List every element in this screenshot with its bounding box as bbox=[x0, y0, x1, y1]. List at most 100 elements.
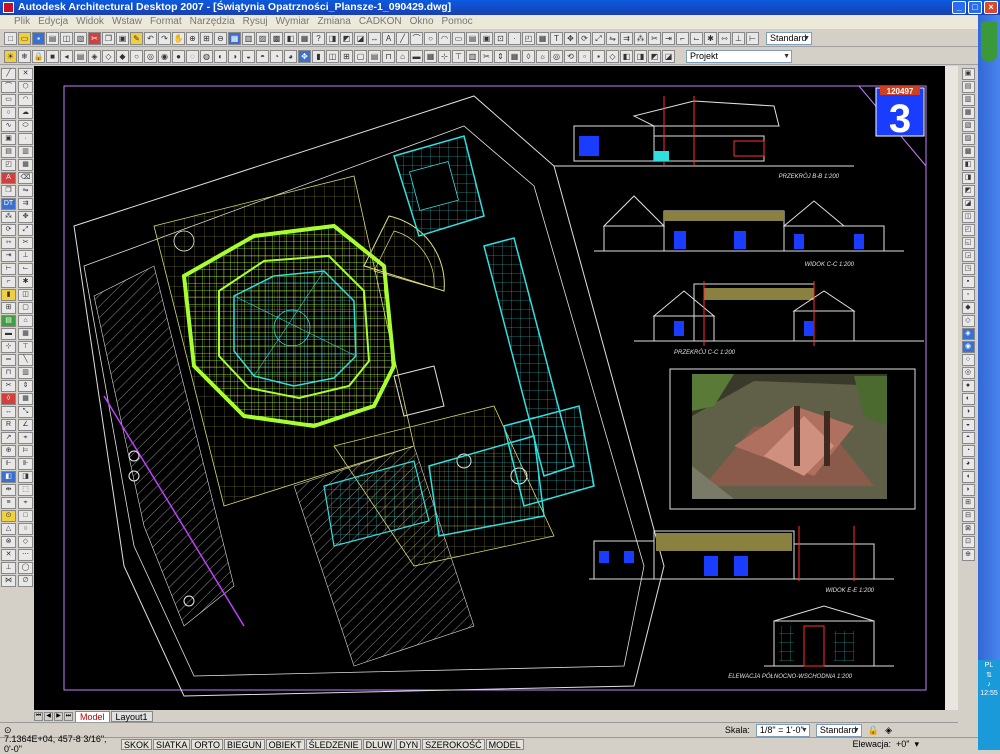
view-panel-16-icon[interactable]: ◳ bbox=[961, 263, 975, 275]
layer-lock-icon[interactable]: 🔒 bbox=[32, 49, 45, 63]
help-icon[interactable]: ? bbox=[312, 31, 325, 45]
railing-tool-icon[interactable]: ⊓ bbox=[1, 367, 16, 379]
area-tool-icon[interactable]: ⬚ bbox=[18, 484, 33, 496]
save-icon[interactable]: ▪ bbox=[32, 31, 45, 45]
center-mark-icon[interactable]: ⊕ bbox=[1, 445, 16, 457]
osnap-none-icon[interactable]: ∅ bbox=[18, 575, 33, 587]
circle-icon[interactable]: ○ bbox=[424, 31, 437, 45]
region-icon[interactable]: ◰ bbox=[522, 31, 535, 45]
mirror-tool-icon[interactable]: ⇋ bbox=[18, 185, 33, 197]
chamfer-tool-icon[interactable]: ⌙ bbox=[18, 263, 33, 275]
window-object-icon[interactable]: ⊞ bbox=[340, 49, 353, 63]
view-panel-19-icon[interactable]: ◆ bbox=[961, 302, 975, 314]
toggle-grid[interactable]: SIATKA bbox=[153, 738, 191, 750]
osnap-tan-icon[interactable]: ◯ bbox=[18, 562, 33, 574]
join-tool-icon[interactable]: ⊢ bbox=[1, 263, 16, 275]
scale-combo[interactable]: 1/8" = 1'-0" bbox=[755, 723, 810, 737]
layer-unlock-icon[interactable]: ◉ bbox=[158, 49, 171, 63]
stair-icon[interactable]: ▤ bbox=[368, 49, 381, 63]
view-panel-15-icon[interactable]: ◲ bbox=[961, 250, 975, 262]
measure-tool-icon[interactable]: ⇹ bbox=[1, 484, 16, 496]
layer-iso-icon[interactable]: ◈ bbox=[88, 49, 101, 63]
language-indicator[interactable]: PL bbox=[978, 662, 1000, 669]
publish-icon[interactable]: ▧ bbox=[74, 31, 87, 45]
polygon-tool-icon[interactable]: ⬡ bbox=[18, 81, 33, 93]
layer-group-icon[interactable]: ◔ bbox=[270, 49, 283, 63]
toggle-model[interactable]: MODEL bbox=[485, 738, 524, 750]
list-tool-icon[interactable]: ≡ bbox=[1, 497, 16, 509]
undo-icon[interactable]: ↶ bbox=[144, 31, 157, 45]
tab-first-icon[interactable]: ⏮ bbox=[34, 711, 43, 721]
baseline-icon[interactable]: ⊨ bbox=[18, 445, 33, 457]
view-panel-9-icon[interactable]: ◨ bbox=[961, 172, 975, 184]
dim-linear-icon[interactable]: ↔ bbox=[1, 406, 16, 418]
stretch-tool-icon[interactable]: ⇿ bbox=[1, 237, 16, 249]
view-panel-6-icon[interactable]: ▨ bbox=[961, 133, 975, 145]
zoom-realtime-icon[interactable]: ⊕ bbox=[186, 31, 199, 45]
erase-tool-icon[interactable]: ⌫ bbox=[18, 172, 33, 184]
lock-icon[interactable]: 🔒 bbox=[868, 725, 879, 736]
curtain-tool-icon[interactable]: ▥ bbox=[18, 367, 33, 379]
new-file-icon[interactable]: □ bbox=[4, 31, 17, 45]
opening-tool-icon[interactable]: ▢ bbox=[18, 302, 33, 314]
text-style-combo[interactable]: Standard bbox=[766, 31, 812, 45]
extend-tool-icon[interactable]: ⇥ bbox=[1, 250, 16, 262]
region-tool-icon[interactable]: ◰ bbox=[1, 159, 16, 171]
layer-match-icon[interactable]: ◇ bbox=[102, 49, 115, 63]
match-properties-icon[interactable]: ✎ bbox=[130, 31, 143, 45]
view-panel-17-icon[interactable]: ▪ bbox=[961, 276, 975, 288]
view-panel-28-icon[interactable]: ◒ bbox=[961, 419, 975, 431]
tool-palettes-icon[interactable]: ▨ bbox=[256, 31, 269, 45]
space-tool-icon[interactable]: ▦ bbox=[18, 328, 33, 340]
layer-color-icon[interactable]: ■ bbox=[46, 49, 59, 63]
drawing-canvas[interactable]: 120497 3 PRZEKRÓJ B-B 1:200 WIDOK C-C 1:… bbox=[34, 66, 958, 710]
railing-icon[interactable]: ⊓ bbox=[382, 49, 395, 63]
view-panel-22-icon[interactable]: ◉ bbox=[961, 341, 975, 353]
layer-new-icon[interactable]: ◒ bbox=[242, 49, 255, 63]
section-icon[interactable]: ✂ bbox=[480, 49, 493, 63]
design-center-icon[interactable]: ▥ bbox=[242, 31, 255, 45]
layer-properties-icon[interactable]: ◕ bbox=[284, 49, 297, 63]
door-tool-icon[interactable]: ◫ bbox=[18, 289, 33, 301]
structure-icon[interactable]: ⊤ bbox=[452, 49, 465, 63]
pline-tool-icon[interactable]: ⌒ bbox=[1, 81, 16, 93]
menu-okno[interactable]: Okno bbox=[410, 15, 434, 29]
leader-icon[interactable]: ↗ bbox=[1, 432, 16, 444]
menu-pomoc[interactable]: Pomoc bbox=[442, 15, 473, 29]
view-panel-8-icon[interactable]: ◧ bbox=[961, 159, 975, 171]
network-icon[interactable]: ⇅ bbox=[978, 671, 1000, 679]
sheet-set-icon[interactable]: ▩ bbox=[270, 31, 283, 45]
layer-walk-icon[interactable]: ◆ bbox=[116, 49, 129, 63]
rect-tool-icon[interactable]: ▭ bbox=[1, 94, 16, 106]
line-icon[interactable]: ╱ bbox=[396, 31, 409, 45]
wall-icon[interactable]: ▮ bbox=[312, 49, 325, 63]
brace-tool-icon[interactable]: ╲ bbox=[18, 354, 33, 366]
rotate-icon[interactable]: ⟳ bbox=[578, 31, 591, 45]
view-panel-32-icon[interactable]: ◖ bbox=[961, 471, 975, 483]
gradient-tool-icon[interactable]: ▥ bbox=[18, 146, 33, 158]
osnap-ext-icon[interactable]: ⋯ bbox=[18, 549, 33, 561]
column-tool-icon[interactable]: ⊤ bbox=[18, 341, 33, 353]
point-icon[interactable]: · bbox=[508, 31, 521, 45]
redo-icon[interactable]: ↷ bbox=[158, 31, 171, 45]
toggle-osnap[interactable]: OBIEKT bbox=[265, 738, 305, 750]
quick-dim-icon[interactable]: ⊪ bbox=[18, 458, 33, 470]
view-panel-10-icon[interactable]: ◩ bbox=[961, 185, 975, 197]
break-icon[interactable]: ⊥ bbox=[732, 31, 745, 45]
annotation-icon[interactable]: ◈ bbox=[885, 725, 892, 736]
osnap-quad-icon[interactable]: ◇ bbox=[18, 536, 33, 548]
layer-change-icon[interactable]: ◐ bbox=[214, 49, 227, 63]
realistic-icon[interactable]: ◪ bbox=[662, 49, 675, 63]
shade-icon[interactable]: ◧ bbox=[620, 49, 633, 63]
view-panel-11-icon[interactable]: ◪ bbox=[961, 198, 975, 210]
view-panel-2-icon[interactable]: ▤ bbox=[961, 81, 975, 93]
opening-icon[interactable]: ▢ bbox=[354, 49, 367, 63]
extend-icon[interactable]: ⇥ bbox=[662, 31, 675, 45]
dim-aligned-icon[interactable]: ⤡ bbox=[18, 406, 33, 418]
view-panel-33-icon[interactable]: ◗ bbox=[961, 484, 975, 496]
xline-tool-icon[interactable]: ✕ bbox=[18, 68, 33, 80]
table-tool-icon[interactable]: ▦ bbox=[18, 159, 33, 171]
schedule-icon[interactable]: ▦ bbox=[508, 49, 521, 63]
polyline-icon[interactable]: ⌒ bbox=[410, 31, 423, 45]
project-combo[interactable]: Projekt bbox=[686, 49, 792, 63]
